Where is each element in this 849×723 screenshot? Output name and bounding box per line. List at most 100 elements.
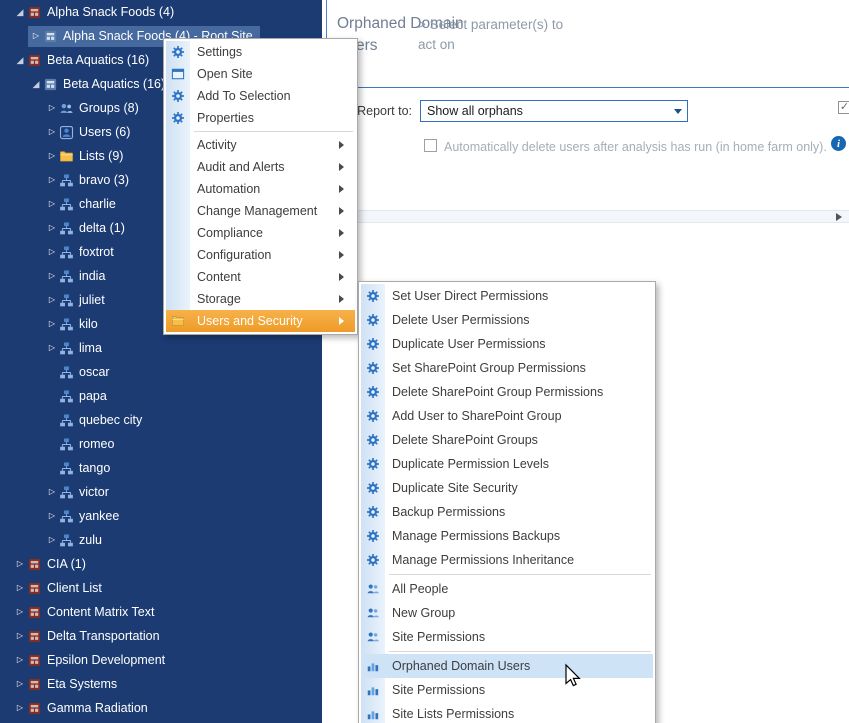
expand-arrow-icon[interactable]: ▷ — [45, 320, 59, 328]
menu-item-manage-permissions-backups[interactable]: Manage Permissions Backups — [361, 524, 653, 548]
chevron-down-icon[interactable] — [674, 109, 682, 118]
tree-item-label: charlie — [79, 198, 116, 211]
menu-item-set-user-direct-permissions[interactable]: Set User Direct Permissions — [361, 284, 653, 308]
chart-icon — [361, 659, 385, 673]
expand-arrow-icon[interactable]: ▷ — [13, 680, 27, 688]
menu-item-backup-permissions[interactable]: Backup Permissions — [361, 500, 653, 524]
menu-item-configuration[interactable]: Configuration — [166, 244, 355, 266]
menu-item-site-permissions[interactable]: Site Permissions — [361, 625, 653, 649]
menu-item-duplicate-site-security[interactable]: Duplicate Site Security — [361, 476, 653, 500]
tree-item-zulu[interactable]: ▷zulu — [0, 528, 322, 552]
header-checkbox[interactable] — [838, 101, 849, 114]
expand-arrow-icon[interactable]: ▷ — [45, 488, 59, 496]
menu-item-delete-sharepoint-groups[interactable]: Delete SharePoint Groups — [361, 428, 653, 452]
expand-arrow-icon[interactable]: ▷ — [13, 608, 27, 616]
info-icon[interactable] — [831, 136, 846, 151]
expand-arrow-icon[interactable]: ▷ — [45, 536, 59, 544]
collapse-arrow-icon[interactable]: ◢ — [29, 80, 43, 89]
subsite-icon — [59, 413, 74, 428]
tree-item-epsilon-development[interactable]: ▷Epsilon Development — [0, 648, 322, 672]
users-and-security-submenu: Set User Direct PermissionsDelete User P… — [358, 281, 656, 723]
expand-arrow-icon[interactable]: ▷ — [45, 104, 59, 112]
tree-item-tango[interactable]: tango — [0, 456, 322, 480]
menu-item-label: Duplicate Permission Levels — [385, 457, 549, 471]
menu-item-activity[interactable]: Activity — [166, 134, 355, 156]
menu-separator — [389, 651, 651, 652]
gear-icon — [166, 45, 190, 59]
menu-item-label: Manage Permissions Backups — [385, 529, 560, 543]
menu-item-add-user-to-sharepoint-group[interactable]: Add User to SharePoint Group — [361, 404, 653, 428]
expand-arrow-icon[interactable]: ▷ — [45, 128, 59, 136]
expand-arrow-icon[interactable]: ▷ — [45, 512, 59, 520]
subsite-icon — [59, 245, 74, 260]
menu-item-settings[interactable]: Settings — [166, 41, 355, 63]
expand-arrow-icon[interactable]: ▷ — [13, 656, 27, 664]
menu-item-new-group[interactable]: New Group — [361, 601, 653, 625]
site-collection-icon — [27, 677, 42, 692]
expand-arrow-icon[interactable]: ▷ — [45, 272, 59, 280]
menu-item-audit-and-alerts[interactable]: Audit and Alerts — [166, 156, 355, 178]
horizontal-scrollbar[interactable] — [327, 210, 849, 223]
expand-arrow-icon[interactable]: ▷ — [45, 176, 59, 184]
tree-item-oscar[interactable]: oscar — [0, 360, 322, 384]
menu-item-site-permissions[interactable]: Site Permissions — [361, 678, 653, 702]
tree-item-delta-transportation[interactable]: ▷ Delta Transportation — [0, 624, 322, 648]
tree-item-lima[interactable]: ▷ lima — [0, 336, 322, 360]
subsite-icon — [59, 341, 74, 356]
menu-item-all-people[interactable]: All People — [361, 577, 653, 601]
tree-item-label: Users (6) — [79, 126, 130, 139]
menu-item-site-lists-permissions[interactable]: Site Lists Permissions — [361, 702, 653, 723]
tree-item-gamma-radiation[interactable]: ▷Gamma Radiation — [0, 696, 322, 720]
scroll-right-arrow-icon[interactable] — [836, 213, 846, 221]
menu-item-set-sharepoint-group-permissions[interactable]: Set SharePoint Group Permissions — [361, 356, 653, 380]
menu-item-label: All People — [385, 582, 448, 596]
expand-arrow-icon[interactable]: ▷ — [13, 632, 27, 640]
tree-item-label: lima — [79, 342, 102, 355]
auto-delete-checkbox[interactable] — [424, 139, 437, 152]
menu-item-change-management[interactable]: Change Management — [166, 200, 355, 222]
tree-item-romeo[interactable]: romeo — [0, 432, 322, 456]
expand-arrow-icon[interactable]: ▷ — [45, 344, 59, 352]
expand-arrow-icon[interactable]: ▷ — [29, 32, 43, 40]
tree-item-papa[interactable]: papa — [0, 384, 322, 408]
menu-separator — [389, 574, 651, 575]
report-to-dropdown-value: Show all orphans — [427, 104, 523, 118]
menu-item-automation[interactable]: Automation — [166, 178, 355, 200]
tree-item-quebec-city[interactable]: quebec city — [0, 408, 322, 432]
menu-item-delete-user-permissions[interactable]: Delete User Permissions — [361, 308, 653, 332]
tree-item-cia-1[interactable]: ▷CIA (1) — [0, 552, 322, 576]
menu-item-content[interactable]: Content — [166, 266, 355, 288]
tree-item-content-matrix-text[interactable]: ▷Content Matrix Text — [0, 600, 322, 624]
menu-item-users-and-security[interactable]: Users and Security — [166, 310, 355, 332]
expand-arrow-icon[interactable]: ▷ — [45, 248, 59, 256]
menu-item-storage[interactable]: Storage — [166, 288, 355, 310]
expand-arrow-icon[interactable]: ▷ — [13, 584, 27, 592]
menu-item-compliance[interactable]: Compliance — [166, 222, 355, 244]
menu-item-label: Site Permissions — [385, 630, 485, 644]
tree-item-yankee[interactable]: ▷yankee — [0, 504, 322, 528]
menu-item-properties[interactable]: Properties — [166, 107, 355, 129]
submenu-arrow-icon — [339, 185, 348, 193]
expand-arrow-icon[interactable]: ▷ — [45, 152, 59, 160]
menu-item-duplicate-permission-levels[interactable]: Duplicate Permission Levels — [361, 452, 653, 476]
expand-arrow-icon[interactable]: ▷ — [45, 224, 59, 232]
menu-item-add-to-selection[interactable]: Add To Selection — [166, 85, 355, 107]
tree-item-alpha-snack-foods-4[interactable]: ◢Alpha Snack Foods (4) — [0, 0, 322, 24]
expand-arrow-icon[interactable]: ▷ — [13, 560, 27, 568]
expand-arrow-icon[interactable]: ▷ — [45, 296, 59, 304]
tree-item-client-list[interactable]: ▷Client List — [0, 576, 322, 600]
tree-item-label: Delta Transportation — [47, 630, 160, 643]
menu-item-duplicate-user-permissions[interactable]: Duplicate User Permissions — [361, 332, 653, 356]
subsite-icon — [59, 533, 74, 548]
menu-item-delete-sharepoint-group-permissions[interactable]: Delete SharePoint Group Permissions — [361, 380, 653, 404]
menu-item-open-site[interactable]: Open Site — [166, 63, 355, 85]
expand-arrow-icon[interactable]: ▷ — [45, 200, 59, 208]
collapse-arrow-icon[interactable]: ◢ — [13, 8, 27, 17]
tree-item-eta-systems[interactable]: ▷Eta Systems — [0, 672, 322, 696]
collapse-arrow-icon[interactable]: ◢ — [13, 56, 27, 65]
tree-item-victor[interactable]: ▷victor — [0, 480, 322, 504]
menu-item-orphaned-domain-users[interactable]: Orphaned Domain Users — [361, 654, 653, 678]
report-to-dropdown[interactable]: Show all orphans — [420, 100, 688, 122]
expand-arrow-icon[interactable]: ▷ — [13, 704, 27, 712]
menu-item-manage-permissions-inheritance[interactable]: Manage Permissions Inheritance — [361, 548, 653, 572]
